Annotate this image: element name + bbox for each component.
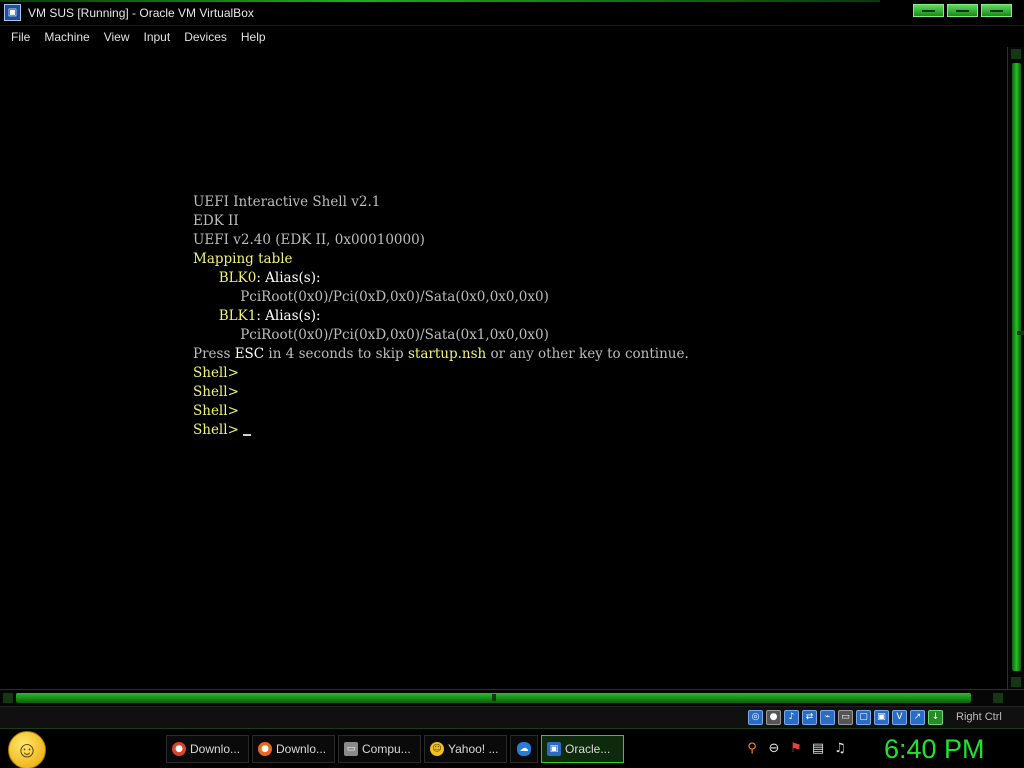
blk1-path-line: PciRoot(0x0)/Pci(0xD,0x0)/Sata(0x1,0x0,0… (193, 326, 689, 345)
clock[interactable]: 6:40 PM (884, 734, 985, 765)
console-line: UEFI Interactive Shell v2.1 (193, 194, 381, 210)
hard-disk-icon[interactable]: ◎ (748, 710, 763, 725)
window-controls (913, 4, 1012, 17)
maximize-button[interactable] (947, 4, 978, 17)
network-tray-icon[interactable]: ▤ (810, 741, 826, 757)
yahoo-smiley-icon: ☺ (430, 742, 444, 756)
scroll-right-arrow-icon[interactable] (993, 693, 1003, 703)
blk1-alias: : Alias(s): (256, 308, 321, 324)
taskbar-computer[interactable]: ▭ Compu... (338, 735, 421, 763)
taskbar-buttons: ● Downlo... ● Downlo... ▭ Compu... ☺ Yahoo! … (166, 735, 624, 763)
computer-icon: ▭ (344, 742, 358, 756)
minimize-button[interactable] (913, 4, 944, 17)
scroll-left-arrow-icon[interactable] (3, 693, 13, 703)
console-line: EDK II (193, 213, 239, 229)
title-accent-line (0, 0, 880, 2)
scroll-down-arrow-icon[interactable] (1011, 677, 1021, 687)
active-shell-prompt[interactable]: Shell> (193, 421, 689, 440)
display-icon[interactable]: ▢ (856, 710, 871, 725)
horizontal-scrollbar[interactable] (0, 689, 1024, 706)
usb-icon[interactable]: ⌁ (820, 710, 835, 725)
menu-input[interactable]: Input (137, 27, 178, 47)
firefox-icon: ● (258, 742, 272, 756)
blk0-label: BLK0 (218, 270, 257, 286)
start-button[interactable]: ☺ (8, 731, 46, 768)
flag-icon[interactable]: ⚑ (788, 741, 804, 757)
menu-help[interactable]: Help (234, 27, 273, 47)
close-icon (990, 10, 1003, 12)
system-tray: ⚲ ⊖ ⚑ ▤ ♫ (744, 741, 848, 757)
blk1-alias-line: BLK1: Alias(s): (193, 307, 689, 326)
horizontal-scroll-thumb[interactable] (16, 693, 971, 703)
volume-icon[interactable]: ♫ (832, 741, 848, 757)
taskbar-chrome-download[interactable]: ● Downlo... (166, 735, 249, 763)
blk0-path-line: PciRoot(0x0)/Pci(0xD,0x0)/Sata(0x0,0x0,0… (193, 288, 689, 307)
console-line: UEFI v2.40 (EDK II, 0x00010000) (193, 232, 425, 248)
optical-drive-icon[interactable]: ● (766, 710, 781, 725)
esc-key-text: ESC (234, 346, 265, 362)
mouse-integration-icon[interactable]: ↗ (910, 710, 925, 725)
text-cursor (242, 434, 251, 436)
title-bar: ▣ VM SUS [Running] - Oracle VM VirtualBo… (0, 0, 1024, 26)
shell-prompt: Shell> (193, 403, 239, 419)
taskbar-firefox-download[interactable]: ● Downlo... (252, 735, 335, 763)
menu-devices[interactable]: Devices (177, 27, 234, 47)
taskbar: ☺ ● Downlo... ● Downlo... ▭ Compu... ☺ Yahoo… (0, 728, 1024, 768)
taskbar-onedrive[interactable]: ☁ (510, 735, 538, 763)
blk1-path: PciRoot(0x0)/Pci(0xD,0x0)/Sata(0x1,0x0,0… (240, 327, 549, 343)
vm-display[interactable]: UEFI Interactive Shell v2.1 EDK II UEFI … (0, 47, 1007, 689)
shell-prompt: Shell> (193, 365, 239, 381)
shared-folders-icon[interactable]: ▭ (838, 710, 853, 725)
host-key-label: Right Ctrl (956, 711, 1002, 723)
virtualbox-icon: ▣ (547, 742, 561, 756)
vm-status-bar: ◎ ● ♪ ⇄ ⌁ ▭ ▢ ▣ V ↗ ↓ Right Ctrl (0, 706, 1024, 728)
uefi-shell-console: UEFI Interactive Shell v2.1 EDK II UEFI … (193, 193, 689, 440)
maximize-icon (956, 10, 969, 12)
close-button[interactable] (981, 4, 1012, 17)
host-key-icon[interactable]: ↓ (928, 710, 943, 725)
messenger-icon[interactable]: ⊖ (766, 741, 782, 757)
blk1-label: BLK1 (218, 308, 257, 324)
video-capture-icon[interactable]: ▣ (874, 710, 889, 725)
virtualization-icon[interactable]: V (892, 710, 907, 725)
shell-prompt: Shell> (193, 384, 239, 400)
window-title: VM SUS [Running] - Oracle VM VirtualBox (28, 6, 254, 20)
menu-machine[interactable]: Machine (37, 27, 96, 47)
menu-bar: File Machine View Input Devices Help (0, 27, 1024, 47)
menu-file[interactable]: File (4, 27, 37, 47)
blk0-path: PciRoot(0x0)/Pci(0xD,0x0)/Sata(0x0,0x0,0… (240, 289, 549, 305)
network-icon[interactable]: ⇄ (802, 710, 817, 725)
search-icon[interactable]: ⚲ (744, 741, 760, 757)
scroll-up-arrow-icon[interactable] (1011, 49, 1021, 59)
blk0-alias: : Alias(s): (256, 270, 321, 286)
onedrive-icon: ☁ (517, 742, 531, 756)
audio-icon[interactable]: ♪ (784, 710, 799, 725)
minimize-icon (922, 10, 935, 12)
blk0-alias-line: BLK0: Alias(s): (193, 269, 689, 288)
startup-script-name: startup.nsh (407, 346, 487, 362)
device-indicators: ◎ ● ♪ ⇄ ⌁ ▭ ▢ ▣ V ↗ ↓ (748, 710, 943, 725)
chrome-icon: ● (172, 742, 186, 756)
taskbar-virtualbox[interactable]: ▣ Oracle... (541, 735, 624, 763)
taskbar-yahoo[interactable]: ☺ Yahoo! ... (424, 735, 507, 763)
startup-countdown-line: Press ESC in 4 seconds to skip startup.n… (193, 346, 689, 362)
mapping-table-heading: Mapping table (193, 251, 293, 267)
menu-view[interactable]: View (97, 27, 137, 47)
virtualbox-icon[interactable]: ▣ (4, 4, 21, 21)
vertical-scrollbar[interactable] (1007, 47, 1024, 689)
vertical-scroll-thumb[interactable] (1012, 63, 1024, 671)
